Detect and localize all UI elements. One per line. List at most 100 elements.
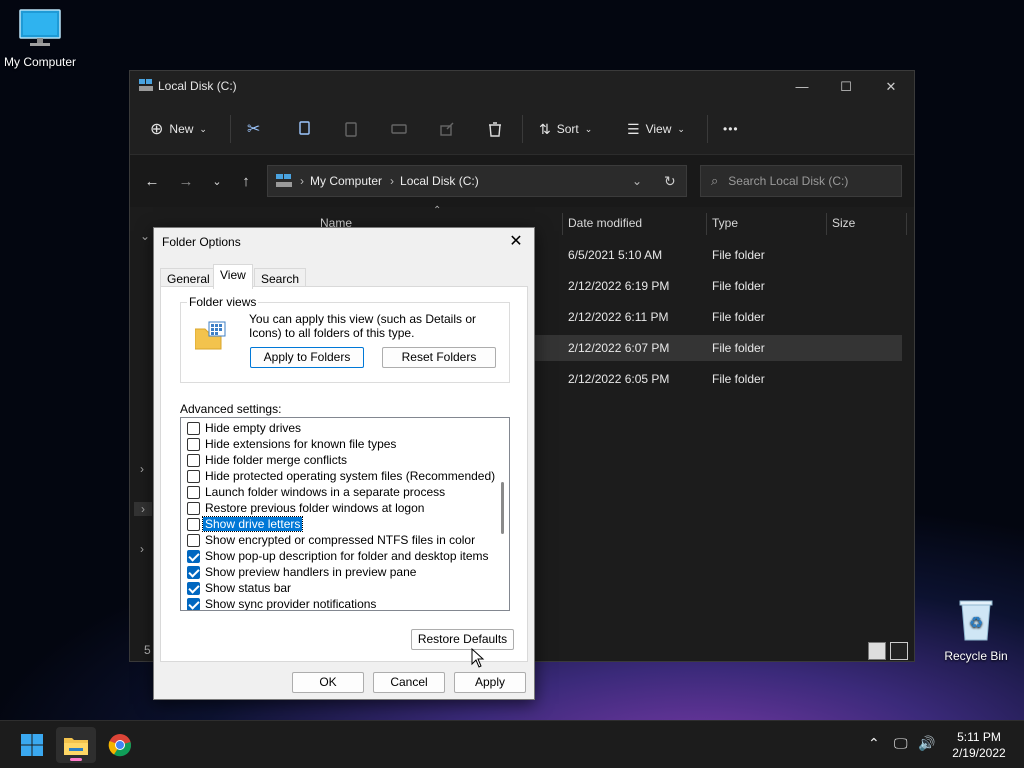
breadcrumb-my-computer[interactable]: My Computer bbox=[310, 174, 382, 188]
advanced-setting-item[interactable]: Show sync provider notifications bbox=[187, 596, 376, 610]
file-date: 2/12/2022 6:11 PM bbox=[568, 310, 669, 324]
up-button[interactable]: ↑ bbox=[235, 171, 257, 193]
view-label: View bbox=[645, 122, 672, 136]
checkbox[interactable] bbox=[187, 566, 200, 579]
new-label: New bbox=[169, 122, 194, 136]
sort-button[interactable]: ⇅ Sort ⌄ bbox=[539, 117, 592, 141]
show-hidden-icons-button[interactable]: ⌃ bbox=[868, 735, 880, 752]
advanced-setting-item[interactable]: Hide protected operating system files (R… bbox=[187, 468, 495, 484]
new-button[interactable]: ⊕ New ⌄ bbox=[150, 117, 207, 141]
checkbox[interactable] bbox=[187, 598, 200, 610]
address-dropdown-icon[interactable]: ⌄ bbox=[632, 174, 642, 188]
reset-folders-button[interactable]: Reset Folders bbox=[382, 347, 496, 368]
file-row[interactable]: 2/12/2022 6:07 PM File folder bbox=[535, 335, 902, 361]
file-type: File folder bbox=[712, 248, 765, 262]
advanced-setting-item[interactable]: Hide empty drives bbox=[187, 420, 301, 436]
scrollbar[interactable] bbox=[495, 418, 509, 610]
advanced-setting-item[interactable]: Show status bar bbox=[187, 580, 291, 596]
tab-general[interactable]: General bbox=[160, 268, 217, 288]
checkbox[interactable] bbox=[187, 582, 200, 595]
dialog-close-button[interactable]: ✕ bbox=[506, 232, 526, 252]
large-icons-view-button[interactable] bbox=[890, 642, 908, 660]
nav-pane-expand-icon[interactable]: › bbox=[140, 462, 144, 476]
apply-button[interactable]: Apply bbox=[454, 672, 526, 693]
details-view-button[interactable] bbox=[868, 642, 886, 660]
tab-view[interactable]: View bbox=[213, 264, 253, 289]
advanced-setting-item[interactable]: Launch folder windows in a separate proc… bbox=[187, 484, 445, 500]
tab-search[interactable]: Search bbox=[254, 268, 307, 288]
file-type: File folder bbox=[712, 310, 765, 324]
advanced-setting-item[interactable]: Show pop-up description for folder and d… bbox=[187, 548, 489, 564]
back-button[interactable]: ← bbox=[141, 171, 163, 193]
view-button[interactable]: ☰ View ⌄ bbox=[627, 117, 685, 141]
desktop-icon-my-computer[interactable]: My Computer bbox=[0, 8, 80, 69]
close-button[interactable]: ✕ bbox=[869, 75, 913, 99]
checkbox[interactable] bbox=[187, 550, 200, 563]
share-button[interactable] bbox=[438, 117, 456, 141]
column-header-size[interactable]: Size bbox=[832, 207, 855, 239]
advanced-setting-label: Show pop-up description for folder and d… bbox=[205, 549, 489, 563]
nav-pane-expand-icon[interactable]: › bbox=[134, 502, 152, 516]
checkbox[interactable] bbox=[187, 454, 200, 467]
folder-options-dialog: Folder Options ✕ General View Search Fol… bbox=[153, 227, 535, 700]
network-icon[interactable]: 🖵 bbox=[894, 735, 908, 752]
checkbox[interactable] bbox=[187, 438, 200, 451]
copy-button[interactable] bbox=[295, 117, 313, 141]
cancel-button[interactable]: Cancel bbox=[373, 672, 445, 693]
volume-icon[interactable]: 🔊 bbox=[918, 735, 935, 752]
checkbox[interactable] bbox=[187, 422, 200, 435]
start-button[interactable] bbox=[12, 727, 52, 763]
forward-button[interactable]: → bbox=[175, 171, 197, 193]
rename-button[interactable] bbox=[390, 117, 408, 141]
ok-button[interactable]: OK bbox=[292, 672, 364, 693]
advanced-settings-list[interactable]: Hide empty drives Hide extensions for kno… bbox=[180, 417, 510, 611]
apply-to-folders-button[interactable]: Apply to Folders bbox=[250, 347, 364, 368]
advanced-setting-item[interactable]: Show drive letters bbox=[187, 516, 304, 532]
column-header-date-modified[interactable]: Date modified bbox=[568, 207, 642, 239]
item-count: 5 bbox=[144, 643, 151, 657]
file-type: File folder bbox=[712, 279, 765, 293]
advanced-setting-item[interactable]: Restore previous folder windows at logon bbox=[187, 500, 424, 516]
breadcrumb-local-disk[interactable]: Local Disk (C:) bbox=[400, 174, 479, 188]
copy-icon bbox=[299, 121, 310, 135]
more-options-button[interactable]: ••• bbox=[723, 117, 739, 141]
file-row[interactable]: 2/12/2022 6:05 PM File folder bbox=[535, 366, 902, 392]
file-row[interactable]: 6/5/2021 5:10 AM File folder bbox=[535, 242, 902, 268]
advanced-setting-label: Hide folder merge conflicts bbox=[205, 453, 348, 467]
cut-button[interactable]: ✂ bbox=[247, 117, 260, 141]
column-header-type[interactable]: Type bbox=[712, 207, 738, 239]
checkbox[interactable] bbox=[187, 502, 200, 515]
checkbox[interactable] bbox=[187, 518, 200, 531]
checkbox[interactable] bbox=[187, 470, 200, 483]
recent-locations-button[interactable]: ⌄ bbox=[206, 171, 228, 193]
advanced-setting-item[interactable]: Hide folder merge conflicts bbox=[187, 452, 348, 468]
drive-icon bbox=[276, 174, 292, 187]
file-row[interactable]: 2/12/2022 6:11 PM File folder bbox=[535, 304, 902, 330]
minimize-button[interactable]: — bbox=[780, 75, 824, 99]
nav-pane-expand-icon[interactable]: ⌄ bbox=[140, 229, 150, 243]
advanced-setting-item[interactable]: Show preview handlers in preview pane bbox=[187, 564, 416, 580]
title-bar[interactable]: Local Disk (C:) — ☐ ✕ bbox=[130, 71, 914, 103]
paste-button[interactable] bbox=[342, 117, 360, 141]
advanced-setting-item[interactable]: Hide extensions for known file types bbox=[187, 436, 396, 452]
advanced-setting-item[interactable]: Show encrypted or compressed NTFS files … bbox=[187, 532, 475, 548]
scrollbar-thumb[interactable] bbox=[501, 482, 504, 534]
desktop-icon-recycle-bin[interactable]: ♻ Recycle Bin bbox=[936, 598, 1016, 663]
checkbox[interactable] bbox=[187, 486, 200, 499]
system-clock[interactable]: 5:11 PM 2/19/2022 bbox=[944, 729, 1014, 761]
address-bar[interactable]: › My Computer › Local Disk (C:) ⌄ ↻ bbox=[267, 165, 687, 197]
active-indicator bbox=[70, 758, 82, 761]
maximize-button[interactable]: ☐ bbox=[824, 75, 868, 99]
file-type: File folder bbox=[712, 372, 765, 386]
file-row[interactable]: 2/12/2022 6:19 PM File folder bbox=[535, 273, 902, 299]
chrome-taskbar-button[interactable] bbox=[100, 727, 140, 763]
refresh-icon[interactable]: ↻ bbox=[664, 173, 676, 190]
search-box[interactable]: ⌕ Search Local Disk (C:) bbox=[700, 165, 902, 197]
restore-defaults-button[interactable]: Restore Defaults bbox=[411, 629, 514, 650]
mouse-cursor-icon bbox=[471, 648, 485, 668]
file-explorer-taskbar-button[interactable] bbox=[56, 727, 96, 763]
recycle-bin-icon: ♻ bbox=[936, 598, 1016, 645]
nav-pane-expand-icon[interactable]: › bbox=[140, 542, 144, 556]
delete-button[interactable] bbox=[486, 117, 504, 141]
checkbox[interactable] bbox=[187, 534, 200, 547]
